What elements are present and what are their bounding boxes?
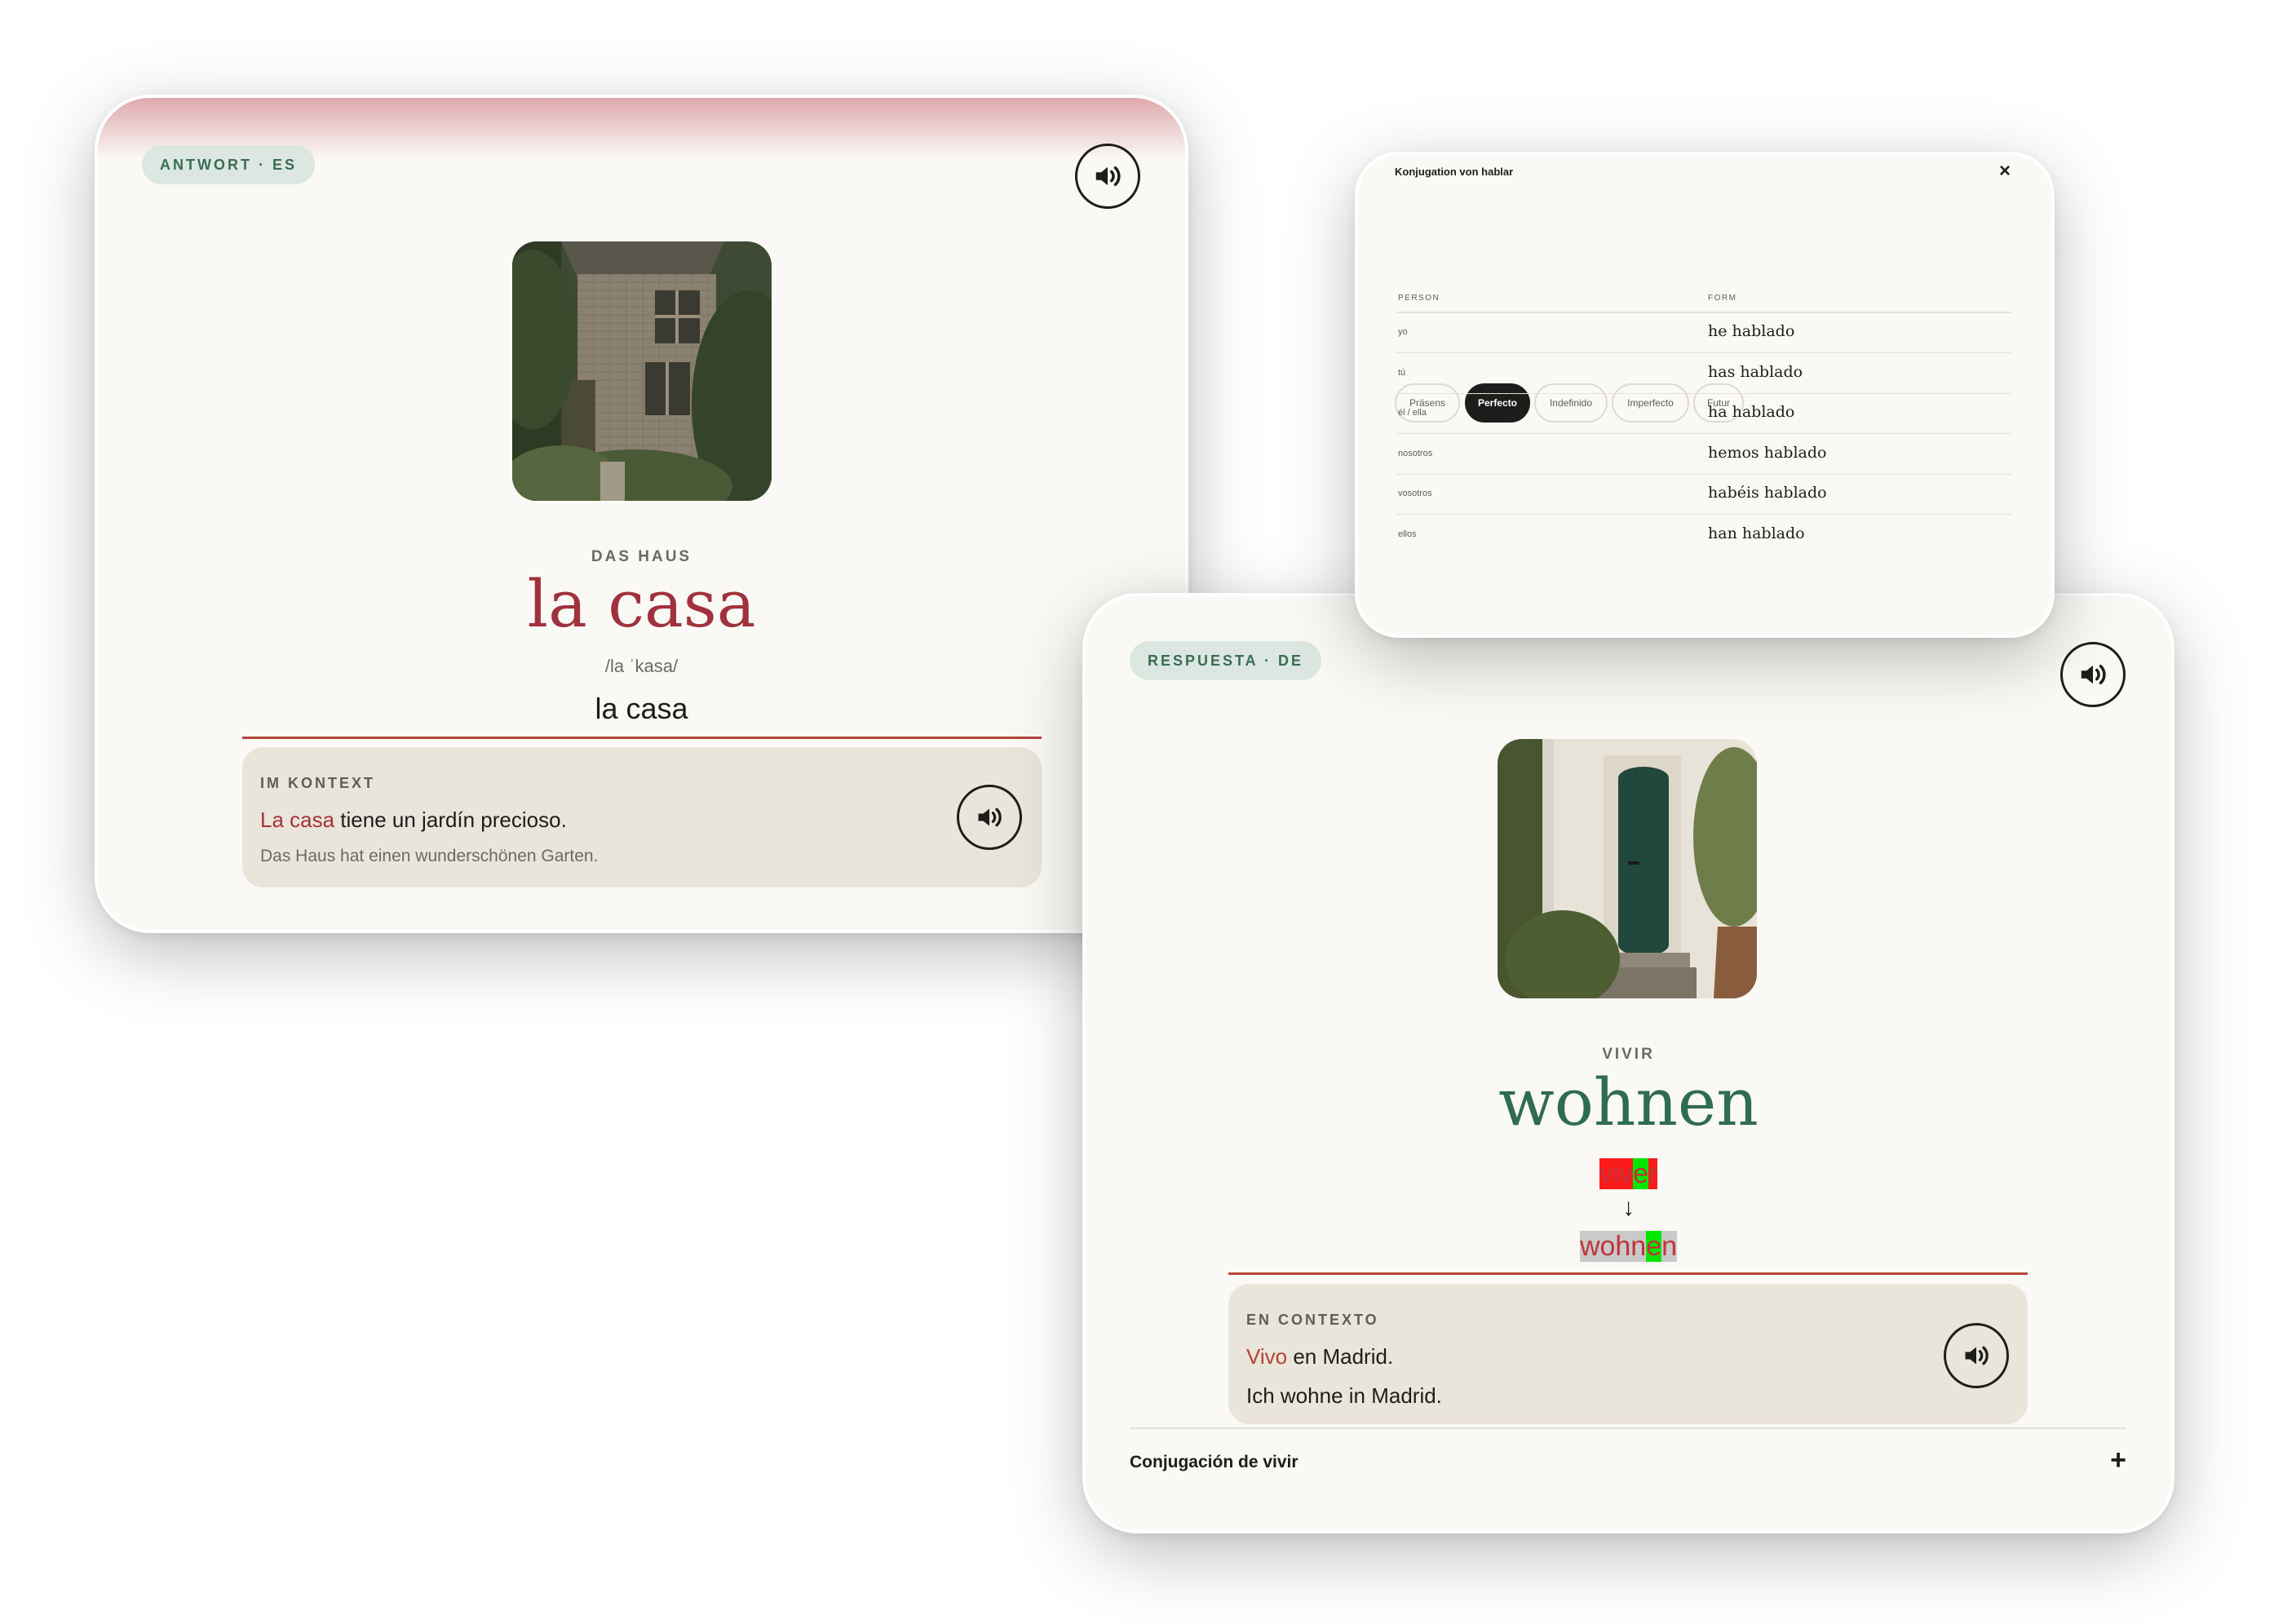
form-cell: ha hablado	[1708, 403, 1795, 421]
table-row: yo he hablado	[1396, 312, 2011, 353]
conjugation-divider	[1130, 1427, 2126, 1429]
plus-icon: +	[2110, 1445, 2126, 1476]
diff-typed: viver	[1086, 1156, 2171, 1192]
person-cell: vosotros	[1398, 489, 1432, 498]
context-audio-button[interactable]	[957, 785, 1022, 850]
sentence-highlight: Vivo	[1246, 1344, 1288, 1369]
audio-button[interactable]	[1075, 144, 1140, 209]
diff-match-segment: e	[1646, 1231, 1662, 1262]
table-row: ellos han hablado	[1396, 515, 2011, 555]
diff-wrong-segment: viv	[1599, 1158, 1634, 1189]
speaker-icon	[2081, 664, 2106, 685]
table-row: él / ella ha hablado	[1396, 393, 2011, 434]
target-word: la casa	[527, 566, 756, 642]
context-audio-button[interactable]	[1944, 1323, 2009, 1388]
conjugation-toggle[interactable]: Conjugación de vivir +	[1130, 1445, 2126, 1485]
person-cell: ellos	[1398, 529, 1417, 539]
typed-answer: la casa	[595, 692, 688, 725]
card-image	[512, 241, 772, 501]
diff-correct-segment: wohn	[1579, 1231, 1647, 1262]
form-cell: has hablado	[1708, 363, 1803, 381]
answer-language-badge: ANTWORT · ES	[142, 145, 315, 184]
target-word: wohnen	[1498, 1064, 1759, 1140]
context-box: IM KONTEXT La casa tiene un jardín preci…	[242, 747, 1042, 887]
translation-label: DAS HAUS	[591, 548, 692, 565]
form-cell: hemos hablado	[1708, 444, 1827, 462]
diff-arrow: ↓	[1622, 1194, 1635, 1221]
person-cell: yo	[1398, 327, 1408, 337]
form-cell: habéis hablado	[1708, 484, 1827, 502]
speaker-icon	[1965, 1346, 1989, 1365]
answer-language-badge: RESPUESTA · DE	[1130, 641, 1322, 680]
diff-match-segment: e	[1633, 1158, 1649, 1189]
table-row: vosotros habéis hablado	[1396, 474, 2011, 515]
close-icon[interactable]: ×	[1999, 160, 2011, 183]
speaker-icon	[978, 808, 1002, 827]
translation-label: VIVIR	[1602, 1046, 1655, 1063]
sentence-rest: tiene un jardín precioso.	[334, 808, 567, 832]
column-header-person: PERSON	[1398, 294, 1440, 303]
audio-button[interactable]	[2060, 642, 2126, 707]
flashcard-es: ANTWORT · ES DAS HAUS la casa /la ˈkasa/…	[98, 98, 1185, 930]
speaker-icon	[1095, 166, 1121, 187]
person-cell: nosotros	[1398, 449, 1433, 458]
answer-underline	[242, 737, 1042, 739]
sentence-highlight: La casa	[260, 808, 335, 832]
phonetic-transcription: /la ˈkasa/	[604, 656, 679, 676]
answer-underline	[1228, 1272, 2028, 1275]
context-box: EN CONTEXTO Vivo en Madrid. Ich wohne in…	[1228, 1284, 2028, 1424]
context-label: IM KONTEXT	[260, 775, 375, 791]
context-label: EN CONTEXTO	[1246, 1312, 1379, 1328]
context-translation: Das Haus hat einen wunderschönen Garten.	[260, 847, 599, 865]
person-cell: él / ella	[1398, 408, 1427, 418]
form-cell: han hablado	[1708, 524, 1805, 542]
diff-correct-segment: n	[1661, 1231, 1678, 1262]
flashcard-de: RESPUESTA · DE VIVIR wohnen viver ↓ wohn…	[1086, 596, 2171, 1530]
conjugation-modal: Konjugation von hablar × Präsens Perfect…	[1358, 155, 2051, 635]
person-cell: tú	[1398, 368, 1406, 378]
modal-title: Konjugation von hablar	[1395, 166, 1514, 178]
table-row: nosotros hemos hablado	[1396, 434, 2011, 475]
diff-correct: wohnen	[1086, 1228, 2171, 1264]
context-translation: Ich wohne in Madrid.	[1246, 1383, 1442, 1408]
card-image	[1498, 739, 1757, 998]
column-header-form: FORM	[1708, 294, 1737, 303]
context-sentence: La casa tiene un jardín precioso.	[260, 808, 567, 833]
sentence-rest: en Madrid.	[1287, 1344, 1394, 1369]
conjugation-toggle-label: Conjugación de vivir	[1130, 1453, 1298, 1471]
table-row: tú has hablado	[1396, 353, 2011, 394]
context-sentence: Vivo en Madrid.	[1246, 1344, 1393, 1370]
diff-wrong-segment: r	[1648, 1158, 1658, 1189]
form-cell: he hablado	[1708, 322, 1795, 340]
